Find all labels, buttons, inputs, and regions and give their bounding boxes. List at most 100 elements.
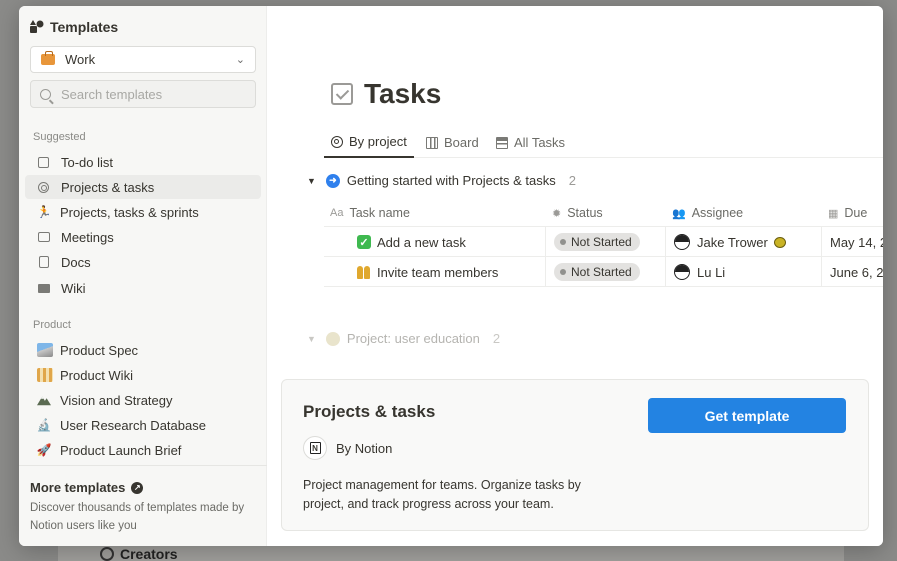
- sidebar-item-wiki[interactable]: Wiki: [25, 276, 261, 300]
- backdrop-label-text: Creators: [120, 546, 178, 561]
- tab-by-project[interactable]: By project: [324, 127, 414, 158]
- assignee-name: Jake Trower: [697, 234, 768, 250]
- tab-label: All Tasks: [514, 135, 566, 150]
- status-dot: [560, 269, 566, 275]
- sidebar-header: Templates: [30, 19, 118, 35]
- creators-icon: [100, 547, 114, 561]
- sidebar-item-label: Projects, tasks & sprints: [60, 204, 199, 220]
- toggle-triangle-icon[interactable]: ▼: [307, 334, 316, 344]
- sidebar-item-label: User Research Database: [60, 417, 206, 433]
- due-cell[interactable]: May 14, 2: [821, 227, 883, 257]
- tab-all-tasks[interactable]: All Tasks: [496, 127, 565, 158]
- search-templates-input[interactable]: Search templates: [30, 80, 256, 108]
- mountain-icon: [37, 393, 51, 407]
- construction-icon: [37, 368, 53, 382]
- template-info-card: Projects & tasks N By Notion Project man…: [281, 379, 869, 531]
- notion-logo-icon: N: [303, 436, 327, 460]
- search-icon: [40, 88, 51, 100]
- product-section-label: Product: [33, 319, 71, 331]
- due-date: June 6, 2: [830, 264, 883, 280]
- status-spinner-icon: ✹: [552, 207, 562, 220]
- assignee-cell[interactable]: Jake Trower: [665, 227, 821, 257]
- template-title: Projects & tasks: [303, 402, 436, 421]
- tab-label: By project: [349, 134, 407, 149]
- column-task-name[interactable]: Aa Task name: [330, 199, 410, 227]
- group-count: 2: [492, 331, 501, 346]
- status-dot: [560, 239, 566, 245]
- group-count: 2: [568, 173, 576, 188]
- get-template-button[interactable]: Get template: [648, 398, 846, 433]
- sidebar-item-label: Projects & tasks: [61, 179, 155, 195]
- suggested-section-label: Suggested: [33, 131, 86, 143]
- search-placeholder: Search templates: [61, 86, 163, 102]
- checkbox-icon: [38, 156, 49, 168]
- column-label: Status: [567, 206, 603, 220]
- calendar-icon: [38, 232, 50, 242]
- briefcase-icon: [41, 51, 55, 65]
- sidebar-item-label: Product Wiki: [60, 367, 133, 383]
- sidebar-item-user-research[interactable]: 🔬 User Research Database: [25, 413, 261, 437]
- column-label: Task name: [349, 206, 410, 220]
- checkbox-icon: [331, 83, 353, 105]
- sidebar-item-product-spec[interactable]: Product Spec: [25, 338, 261, 362]
- status-badge: Not Started: [554, 263, 640, 281]
- table-header: Aa Task name ✹ Status 👥 Assignee ▦ Due: [324, 199, 883, 227]
- more-templates-section[interactable]: More templates ↗ Discover thousands of t…: [19, 465, 267, 546]
- board-icon: [426, 136, 438, 149]
- status-text: Not Started: [571, 235, 632, 249]
- status-cell[interactable]: Not Started: [545, 257, 665, 287]
- text-type-icon: Aa: [330, 207, 344, 219]
- sidebar-item-label: Vision and Strategy: [60, 392, 173, 408]
- templates-sidebar: Templates Work ⌄ Search templates Sugges…: [19, 6, 267, 546]
- assignee-name: Lu Li: [697, 264, 726, 280]
- status-text: Not Started: [571, 265, 632, 279]
- book-icon: [38, 283, 50, 293]
- toggle-triangle-icon[interactable]: ▼: [307, 176, 316, 186]
- status-cell[interactable]: Not Started: [545, 227, 665, 257]
- template-preview: Tasks By project Board All Tasks ▼ ➜ Get…: [267, 6, 883, 546]
- check-mark-icon: ✓: [357, 235, 371, 249]
- task-name-cell[interactable]: ✓ Add a new task: [324, 227, 545, 257]
- table-row[interactable]: ✓ Add a new task Not Started Jake Trower…: [324, 227, 883, 257]
- sidebar-item-vision-strategy[interactable]: Vision and Strategy: [25, 388, 261, 412]
- runner-icon: 🏃: [36, 205, 52, 219]
- workspace-dropdown[interactable]: Work ⌄: [30, 46, 256, 73]
- microscope-icon: 🔬: [36, 418, 52, 432]
- people-emoji-icon: [357, 265, 371, 279]
- templates-modal: Templates Work ⌄ Search templates Sugges…: [19, 6, 883, 546]
- more-templates-description: Discover thousands of templates made by …: [30, 502, 245, 532]
- shapes-icon: [30, 20, 44, 33]
- table-row[interactable]: Invite team members Not Started Lu Li Ju…: [324, 257, 883, 287]
- column-status[interactable]: ✹ Status: [552, 199, 603, 227]
- group-user-education[interactable]: ▼ Project: user education 2: [307, 331, 500, 346]
- view-tabs: By project Board All Tasks: [324, 127, 883, 158]
- chevron-down-icon: ⌄: [235, 54, 245, 66]
- template-description: Project management for teams. Organize t…: [303, 478, 581, 511]
- page-title: Tasks: [331, 78, 441, 110]
- column-due[interactable]: ▦ Due: [828, 199, 867, 227]
- assignee-cell[interactable]: Lu Li: [665, 257, 821, 287]
- due-date: May 14, 2: [830, 234, 883, 250]
- sidebar-item-meetings[interactable]: Meetings: [25, 225, 261, 249]
- more-templates-title: More templates: [30, 480, 126, 495]
- group-getting-started[interactable]: ▼ ➜ Getting started with Projects & task…: [307, 173, 576, 188]
- sidebar-item-projects-tasks-sprints[interactable]: 🏃 Projects, tasks & sprints: [25, 200, 261, 224]
- sidebar-item-docs[interactable]: Docs: [25, 250, 261, 274]
- column-assignee[interactable]: 👥 Assignee: [672, 199, 743, 227]
- sidebar-item-product-wiki[interactable]: Product Wiki: [25, 363, 261, 387]
- arrow-circle-icon: ➜: [325, 173, 340, 188]
- tab-board[interactable]: Board: [426, 127, 479, 158]
- calendar-icon: ▦: [828, 207, 839, 220]
- sidebar-item-todo-list[interactable]: To-do list: [25, 150, 261, 174]
- template-author: N By Notion: [303, 436, 392, 460]
- sidebar-title: Templates: [50, 19, 119, 35]
- bug-icon: [773, 236, 786, 248]
- task-name-cell[interactable]: Invite team members: [324, 257, 545, 287]
- sidebar-item-projects-tasks[interactable]: Projects & tasks: [25, 175, 261, 199]
- due-cell[interactable]: June 6, 2: [821, 257, 883, 287]
- sidebar-item-product-launch-brief[interactable]: 🚀 Product Launch Brief: [25, 438, 261, 462]
- more-templates-heading[interactable]: More templates ↗: [30, 480, 256, 495]
- group-label: Getting started with Projects & tasks: [346, 173, 556, 188]
- sidebar-item-label: To-do list: [61, 154, 114, 170]
- table-icon: [496, 136, 508, 149]
